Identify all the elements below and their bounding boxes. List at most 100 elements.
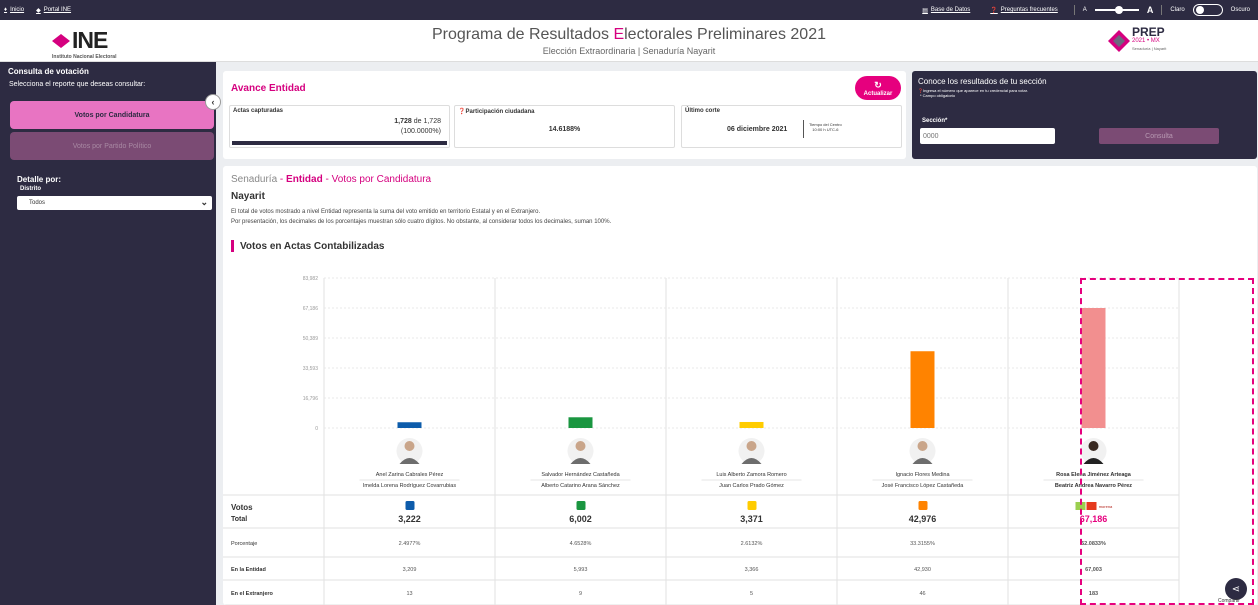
page-title: Programa de Resultados Electorales Preli… bbox=[432, 26, 826, 43]
top-bar: ♦ Inicio ◆ Portal INE ▤ Base de Datos ❓ Preg… bbox=[0, 0, 1258, 20]
bar bbox=[1081, 307, 1106, 428]
distrito-label: Distrito bbox=[20, 186, 41, 192]
votes-extranjero: 46 bbox=[919, 591, 925, 597]
y-tick-label: 83,982 bbox=[303, 276, 319, 282]
total-votes: 3,222 bbox=[398, 514, 421, 524]
portal-label: Portal INE bbox=[43, 7, 72, 13]
actas-count: 1,728 de 1,728 bbox=[394, 118, 441, 125]
actas-progress-track bbox=[232, 141, 447, 145]
database-icon: ▤ bbox=[922, 7, 928, 14]
participacion-label: ❓Participación ciudadana bbox=[458, 109, 535, 115]
votes-entidad: 67,003 bbox=[1085, 567, 1102, 573]
percentage: 33.3155% bbox=[910, 541, 935, 547]
avatar-head bbox=[1088, 441, 1099, 451]
distrito-value: Todos bbox=[29, 200, 46, 206]
chevron-left-icon: ‹ bbox=[211, 97, 215, 107]
sidebar-heading: Consulta de votación bbox=[8, 67, 89, 76]
bar bbox=[568, 417, 593, 428]
home-icon: ♦ bbox=[4, 7, 8, 13]
share-icon: ⋖ bbox=[1231, 583, 1241, 595]
detalle-label: Detalle por: bbox=[17, 175, 62, 184]
consulta-required: * Campo obligatorio bbox=[920, 93, 956, 98]
votes-extranjero: 9 bbox=[579, 591, 582, 597]
percentage: 2.6132% bbox=[741, 541, 763, 547]
collapse-sidebar-button[interactable]: ‹ bbox=[205, 94, 221, 110]
prep-logo-text: PREP bbox=[1132, 25, 1165, 39]
ine-diamond-icon: ◆ bbox=[36, 7, 41, 14]
total-votes: 67,186 bbox=[1080, 514, 1108, 524]
refresh-button[interactable]: ↻ Actualizar bbox=[855, 76, 901, 100]
sidebar: Consulta de votación Selecciona el repor… bbox=[0, 62, 216, 605]
y-tick-label: 16,796 bbox=[303, 396, 319, 402]
avatar-head bbox=[917, 441, 928, 451]
slider-knob[interactable] bbox=[1114, 6, 1123, 14]
consulta-button[interactable]: Consulta bbox=[1099, 128, 1219, 144]
percentage: 4.6528% bbox=[570, 541, 592, 547]
candidate-suplente: Beatriz Andrea Navarro Pérez bbox=[1055, 483, 1132, 489]
participacion-value: 14.6188% bbox=[548, 126, 581, 133]
votes-extranjero: 13 bbox=[406, 591, 412, 597]
main-panel: Senaduría - Entidad - Votos por Candidat… bbox=[223, 166, 1257, 605]
preguntas-link[interactable]: ❓ Preguntas frecuentes bbox=[990, 7, 1058, 14]
distrito-select[interactable]: Todos ⌄ bbox=[17, 196, 212, 210]
prep-logo[interactable]: PREP 2021 • MX Senaduría | Nayarit bbox=[1108, 25, 1178, 57]
actas-progress-fill bbox=[232, 141, 447, 145]
prd-icon bbox=[747, 501, 757, 510]
row-label-votos: Votos bbox=[231, 503, 253, 512]
row-label-porcentaje: Porcentaje bbox=[231, 541, 257, 547]
total-votes: 42,976 bbox=[909, 514, 937, 524]
votes-entidad: 42,930 bbox=[914, 567, 931, 573]
avance-title: Avance Entidad bbox=[231, 83, 306, 94]
candidate-name: Rosa Elena Jiménez Arteaga bbox=[1056, 472, 1132, 478]
candidate-suplente: Alberto Catarino Arana Sánchez bbox=[541, 483, 620, 489]
candidate-name: Ignacio Flores Medina bbox=[895, 472, 950, 478]
avatar-head bbox=[575, 441, 586, 451]
corte-label: Último corte bbox=[685, 108, 721, 114]
page-subtitle: Elección Extraordinaria | Senaduría Naya… bbox=[542, 46, 716, 56]
refresh-label: Actualizar bbox=[863, 90, 893, 97]
portal-ine-link[interactable]: ◆ Portal INE bbox=[36, 7, 71, 14]
corte-timezone: Tiempo del Centro 10:00 h UTC-6 bbox=[809, 122, 842, 132]
base-datos-link[interactable]: ▤ Base de Datos bbox=[922, 7, 970, 14]
sidebar-subheading: Selecciona el reporte que deseas consult… bbox=[9, 81, 146, 88]
header: INE Instituto Nacional Electoral Program… bbox=[0, 20, 1258, 62]
inicio-link[interactable]: ♦ Inicio bbox=[4, 7, 24, 13]
font-small-label: A bbox=[1082, 7, 1087, 13]
candidate-suplente: José Francisco López Castañeda bbox=[882, 483, 965, 489]
votes-entidad: 3,209 bbox=[403, 567, 417, 573]
y-tick-label: 33,593 bbox=[303, 366, 319, 372]
avance-panel: Avance Entidad ↻ Actualizar Actas captura… bbox=[223, 71, 906, 159]
y-tick-label: 67,186 bbox=[303, 306, 319, 312]
total-votes: 3,371 bbox=[740, 514, 763, 524]
theme-toggle[interactable] bbox=[1192, 4, 1223, 16]
prep-logo-sub: 2021 • MX bbox=[1132, 38, 1160, 44]
votes-extranjero: 5 bbox=[750, 591, 753, 597]
consulta-panel: Conoce los resultados de tu sección ❓Ing… bbox=[912, 71, 1257, 159]
base-datos-label: Base de Datos bbox=[930, 7, 971, 13]
votos-candidatura-button[interactable]: Votos por Candidatura bbox=[10, 101, 214, 129]
preguntas-label: Preguntas frecuentes bbox=[1000, 7, 1058, 13]
actas-box: Actas capturadas 1,728 de 1,728 (100.000… bbox=[229, 105, 450, 148]
candidate-suplente: Juan Carlos Prado Gómez bbox=[719, 483, 784, 489]
corte-box: Último corte 06 diciembre 2021 Tiempo de… bbox=[681, 105, 902, 148]
votos-partido-button[interactable]: Votos por Partido Político bbox=[10, 132, 214, 160]
prep-logo-sub2: Senaduría | Nayarit bbox=[1132, 46, 1167, 51]
seccion-input[interactable] bbox=[920, 128, 1055, 144]
share-label: Compartir bbox=[1218, 598, 1240, 604]
candidate-name: Luis Alberto Zamora Romero bbox=[716, 472, 786, 478]
bar bbox=[397, 422, 422, 428]
claro-label: Claro bbox=[1170, 7, 1185, 13]
font-large-label: A bbox=[1146, 5, 1154, 15]
share-button[interactable]: ⋖ bbox=[1225, 578, 1247, 600]
corte-date: 06 diciembre 2021 bbox=[727, 126, 788, 133]
row-label-total: Total bbox=[231, 516, 247, 523]
y-tick-label: 50,389 bbox=[303, 336, 319, 342]
candidate-name: Salvador Hernández Castañeda bbox=[541, 472, 620, 478]
pan-icon bbox=[405, 501, 415, 510]
row-label-extranjero: En el Extranjero bbox=[231, 591, 274, 597]
inicio-label: Inicio bbox=[10, 7, 25, 13]
percentage: 52.0833% bbox=[1081, 541, 1106, 547]
actas-label: Actas capturadas bbox=[233, 108, 284, 114]
font-size-slider[interactable] bbox=[1094, 6, 1139, 14]
morena-coalition-icon bbox=[1075, 502, 1086, 510]
